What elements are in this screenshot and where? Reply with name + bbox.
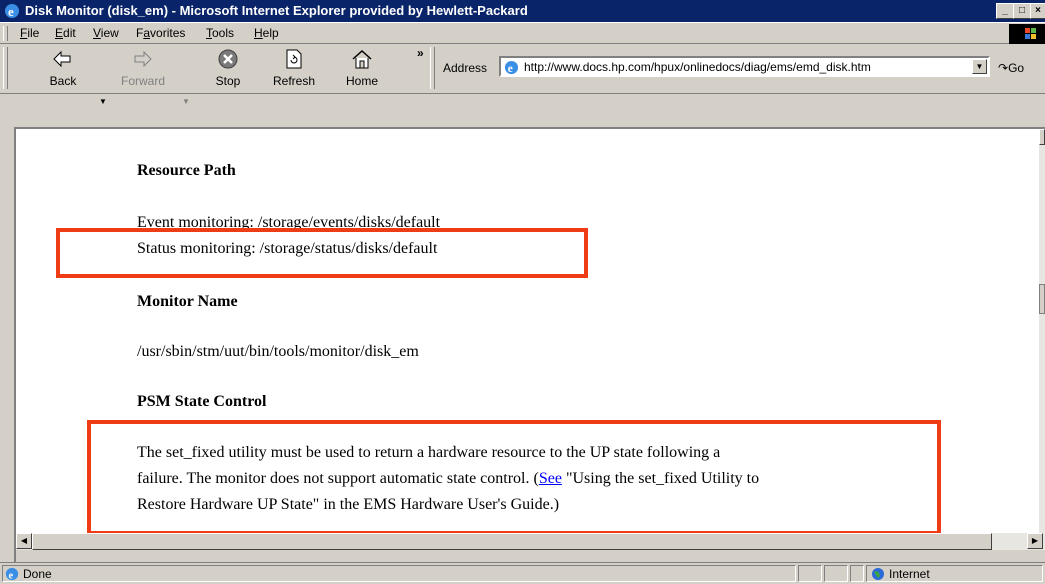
menu-help[interactable]: Help	[254, 26, 279, 40]
scroll-right-button[interactable]: ▶	[1027, 533, 1043, 549]
vertical-scrollbar[interactable]	[1039, 129, 1045, 533]
ie-logo-icon: e	[5, 4, 19, 19]
back-dropdown-icon[interactable]: ▼	[99, 97, 107, 106]
scroll-left-button[interactable]: ◀	[16, 533, 32, 549]
document-view[interactable]: Resource Path Event monitoring: /storage…	[16, 129, 1043, 533]
highlight-box-psm-state-control	[87, 420, 941, 533]
menu-edit[interactable]: Edit	[55, 26, 76, 40]
go-button[interactable]: ↷Go	[998, 61, 1024, 75]
vertical-scroll-thumb[interactable]	[1039, 284, 1045, 314]
zone-pane: Internet	[866, 565, 1043, 582]
svg-text:e: e	[9, 570, 14, 581]
status-pane-3	[824, 565, 848, 582]
address-dropdown-icon[interactable]: ▼	[972, 59, 987, 74]
back-arrow-icon	[53, 50, 71, 68]
toolbar-grip[interactable]	[3, 47, 8, 89]
heading-psm-state-control: PSM State Control	[137, 393, 267, 410]
status-text: Done	[23, 567, 52, 581]
menu-file[interactable]: File	[20, 26, 39, 40]
event-monitoring-text: Event monitoring: /storage/events/disks/…	[137, 214, 441, 228]
zone-text: Internet	[889, 567, 930, 581]
address-input[interactable]: e http://www.docs.hp.com/hpux/onlinedocs…	[499, 56, 990, 77]
status-text-pane: e Done	[2, 565, 796, 582]
address-label: Address	[443, 61, 488, 75]
toolbar: Back ▼ Forward ▼ Stop Refresh Home » Add…	[0, 44, 1045, 106]
address-grip[interactable]	[430, 47, 435, 89]
heading-resource-path: Resource Path	[137, 162, 236, 179]
globe-icon	[872, 568, 884, 580]
horizontal-scrollbar[interactable]: ◀ ▶	[16, 533, 1045, 550]
go-arrow-icon: ↷	[998, 61, 1009, 75]
window-title: Disk Monitor (disk_em) - Microsoft Inter…	[25, 3, 528, 18]
status-pane-4	[850, 565, 864, 582]
status-bar: e Done Internet	[0, 562, 1045, 584]
forward-dropdown-icon[interactable]: ▼	[182, 97, 190, 106]
svg-text:e: e	[508, 63, 513, 75]
svg-text:e: e	[8, 4, 14, 19]
status-pane-2	[798, 565, 822, 582]
menu-favorites[interactable]: Favorites	[136, 26, 185, 40]
close-button[interactable]: ×	[1030, 3, 1045, 19]
horizontal-scroll-thumb[interactable]	[32, 533, 992, 550]
menu-view[interactable]: View	[93, 26, 119, 40]
scroll-up-button[interactable]	[1039, 129, 1045, 145]
highlight-box-status-monitoring	[56, 228, 588, 278]
heading-monitor-name: Monitor Name	[137, 293, 238, 310]
toolbar-overflow-chevron[interactable]: »	[417, 46, 424, 60]
monitor-path-text: /usr/sbin/stm/uut/bin/tools/monitor/disk…	[137, 343, 419, 360]
forward-arrow-icon	[134, 50, 152, 68]
page-done-icon: e	[5, 567, 19, 581]
refresh-icon	[286, 49, 302, 69]
minimize-button[interactable]: _	[996, 3, 1014, 19]
maximize-button[interactable]: □	[1013, 3, 1031, 19]
menu-tools[interactable]: Tools	[206, 26, 234, 40]
title-bar[interactable]: e Disk Monitor (disk_em) - Microsoft Int…	[0, 0, 1045, 22]
home-icon	[352, 49, 372, 69]
stop-icon	[218, 49, 238, 69]
address-url: http://www.docs.hp.com/hpux/onlinedocs/d…	[524, 60, 871, 74]
menu-grip[interactable]	[3, 26, 8, 41]
page-icon: e	[504, 60, 519, 75]
menu-bar: File Edit View Favorites Tools Help	[0, 22, 1045, 44]
windows-logo-icon	[1009, 24, 1045, 44]
